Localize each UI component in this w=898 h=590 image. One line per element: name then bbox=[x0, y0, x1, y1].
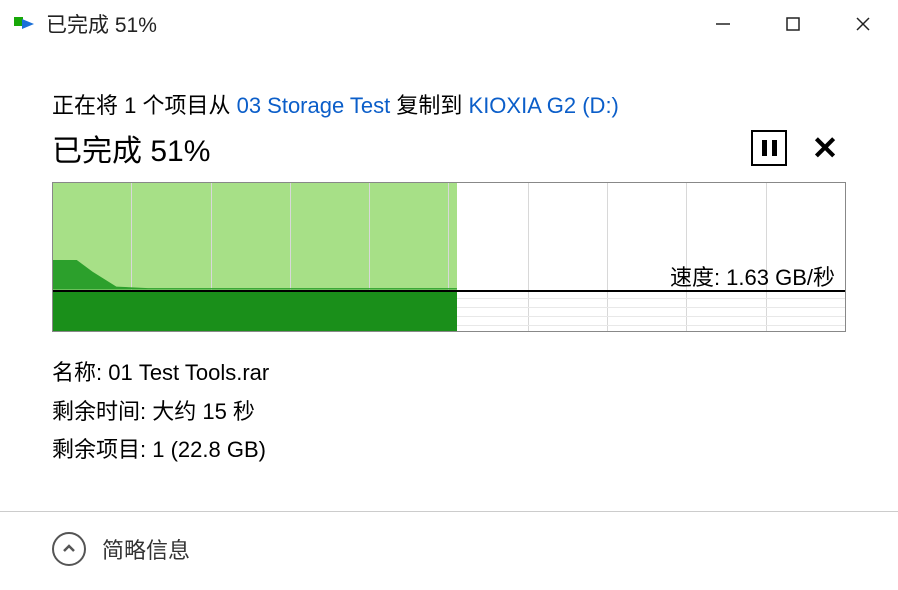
pause-button[interactable] bbox=[748, 127, 790, 169]
copy-icon bbox=[14, 15, 36, 33]
minimize-button[interactable] bbox=[688, 0, 758, 48]
footer: 简略信息 bbox=[0, 511, 898, 590]
maximize-button[interactable] bbox=[758, 0, 828, 48]
dest-link[interactable]: KIOXIA G2 (D:) bbox=[469, 93, 619, 118]
titlebar: 已完成 51% bbox=[0, 0, 898, 48]
copy-prefix: 正在将 1 个项目从 bbox=[52, 93, 237, 118]
content-area: 正在将 1 个项目从 03 Storage Test 复制到 KIOXIA G2… bbox=[0, 48, 898, 470]
progress-text: 已完成 51% bbox=[52, 126, 734, 170]
pause-icon bbox=[751, 130, 787, 166]
cancel-button[interactable]: ✕ bbox=[804, 127, 846, 169]
copy-middle: 复制到 bbox=[390, 93, 468, 118]
progress-row: 已完成 51% ✕ bbox=[52, 126, 846, 170]
source-link[interactable]: 03 Storage Test bbox=[237, 93, 391, 118]
footer-label[interactable]: 简略信息 bbox=[102, 533, 190, 565]
close-icon: ✕ bbox=[812, 132, 839, 164]
close-button[interactable] bbox=[828, 0, 898, 48]
speed-label: 速度: 1.63 GB/秒 bbox=[670, 260, 835, 292]
window-controls bbox=[688, 0, 898, 48]
speed-chart: 速度: 1.63 GB/秒 bbox=[52, 182, 846, 332]
details: 名称: 01 Test Tools.rar 剩余时间: 大约 15 秒 剩余项目… bbox=[52, 354, 846, 470]
collapse-button[interactable] bbox=[52, 532, 86, 566]
detail-time: 剩余时间: 大约 15 秒 bbox=[52, 393, 846, 432]
chevron-up-icon bbox=[61, 541, 77, 557]
detail-name: 名称: 01 Test Tools.rar bbox=[52, 354, 846, 393]
copy-description: 正在将 1 个项目从 03 Storage Test 复制到 KIOXIA G2… bbox=[52, 88, 846, 120]
window-title: 已完成 51% bbox=[46, 9, 157, 39]
detail-items: 剩余项目: 1 (22.8 GB) bbox=[52, 431, 846, 470]
